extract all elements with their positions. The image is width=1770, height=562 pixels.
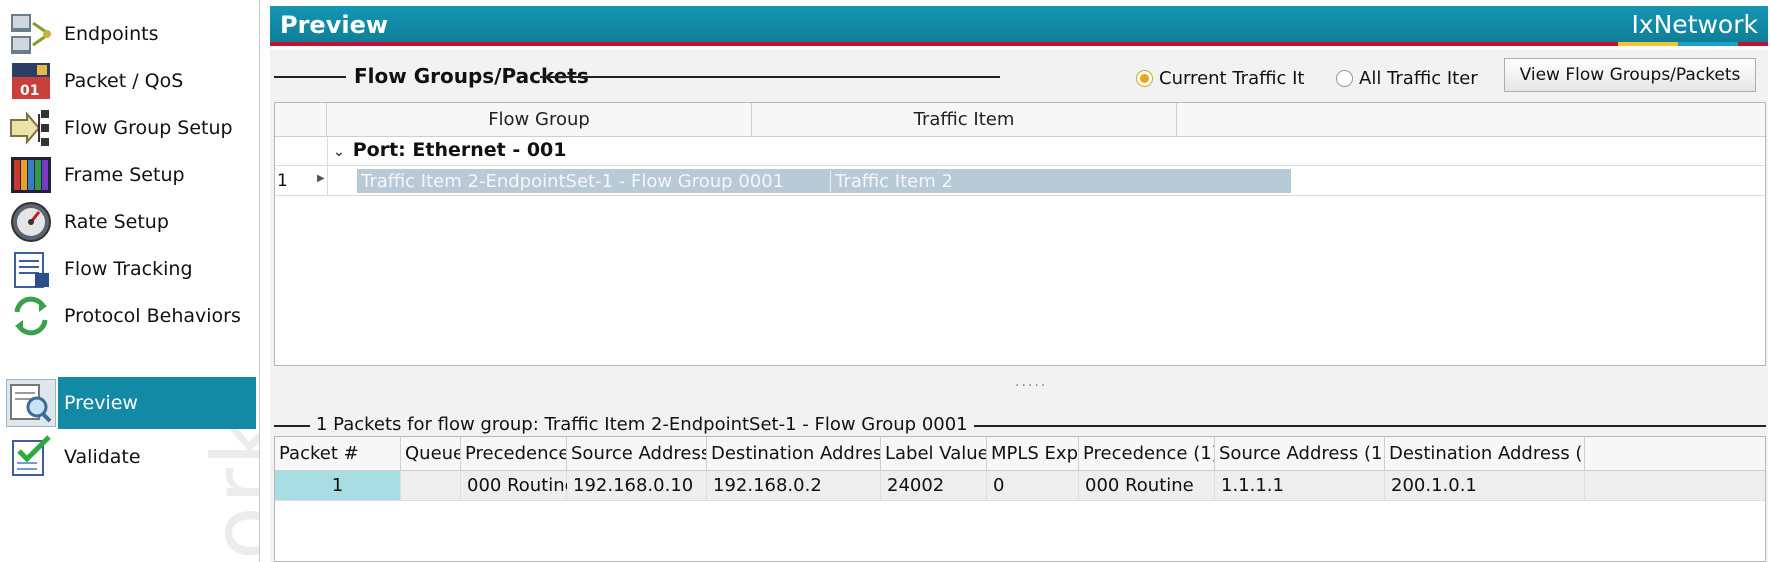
label-value-cell[interactable]: 24002: [881, 471, 987, 501]
row-pointer-icon: ▶: [317, 173, 325, 184]
column-header-filler: [1585, 437, 1765, 471]
column-header-packet-num[interactable]: Packet #: [275, 437, 401, 471]
packet-qos-icon: 01: [6, 57, 56, 105]
sidebar-item-packet-qos[interactable]: 01 Packet / QoS: [0, 55, 258, 107]
endpoints-icon: [6, 10, 56, 58]
rownum-separator: [327, 137, 328, 195]
radio-label: All Traffic Iter: [1359, 68, 1478, 89]
grid-header-rownum: [275, 103, 327, 137]
preview-magnifier-icon: [6, 379, 56, 427]
column-header-mpls-exp[interactable]: MPLS Exp: [987, 437, 1079, 471]
column-header-source-address-1[interactable]: Source Address (1): [1215, 437, 1385, 471]
precedence-cell[interactable]: 000 Routine: [461, 471, 576, 501]
frame-setup-icon: [6, 151, 56, 199]
row-number: 1: [277, 171, 288, 191]
protocol-arrows-icon: [6, 292, 56, 340]
sidebar-item-preview[interactable]: Preview: [0, 377, 258, 429]
radio-label: Current Traffic It: [1159, 68, 1305, 89]
brand-accent-yellow: [1618, 42, 1678, 46]
flow-group-cell: Traffic Item 2-EndpointSet-1 - Flow Grou…: [357, 170, 831, 192]
column-header-flow-group[interactable]: Flow Group: [327, 103, 752, 137]
section-divider: [540, 76, 1000, 78]
radio-current-traffic-item[interactable]: Current Traffic It: [1136, 68, 1305, 89]
destination-address-1-cell[interactable]: 200.1.0.1: [1385, 471, 1585, 501]
splitter-handle[interactable]: .....: [1015, 374, 1047, 390]
sidebar-item-validate[interactable]: Validate: [0, 431, 258, 483]
radio-unselected-indicator: [1336, 70, 1353, 87]
traffic-item-cell: Traffic Item 2: [835, 170, 953, 192]
svg-text:01: 01: [20, 83, 39, 99]
mpls-exp-cell[interactable]: 0: [987, 471, 1079, 501]
column-header-traffic-item[interactable]: Traffic Item: [752, 103, 1177, 137]
chevron-down-icon[interactable]: ⌄: [333, 144, 345, 160]
sidebar-item-label: Packet / QoS: [64, 70, 184, 92]
page-title: Preview: [280, 11, 389, 39]
panel-header: Preview IxNetwork: [270, 6, 1768, 46]
sidebar: ork Endpoints 01 Packet / QoS Flow Group…: [0, 0, 260, 562]
sidebar-item-flow-group-setup[interactable]: Flow Group Setup: [0, 102, 258, 154]
sidebar-item-rate-setup[interactable]: Rate Setup: [0, 196, 258, 248]
source-address-1-cell[interactable]: 1.1.1.1: [1215, 471, 1385, 501]
row-filler: [1585, 471, 1765, 501]
view-flow-groups-button[interactable]: View Flow Groups/Packets: [1504, 58, 1756, 92]
sidebar-item-label: Protocol Behaviors: [64, 305, 241, 327]
brand-logo: IxNetwork: [1631, 10, 1758, 39]
preview-content: Flow Groups/Packets Current Traffic It A…: [270, 50, 1768, 562]
rate-gauge-icon: [6, 198, 56, 246]
table-row[interactable]: Traffic Item 2-EndpointSet-1 - Flow Grou…: [357, 169, 1291, 193]
radio-selected-indicator: [1136, 70, 1153, 87]
sidebar-item-label: Flow Group Setup: [64, 117, 233, 139]
row-separator: [275, 195, 1765, 196]
column-header-destination-address-1[interactable]: Destination Address (1): [1385, 437, 1585, 471]
column-header-queue[interactable]: Queue: [401, 437, 461, 471]
flow-group-setup-icon: [6, 104, 56, 152]
sidebar-item-endpoints[interactable]: Endpoints: [0, 8, 258, 60]
column-header-precedence-1[interactable]: Precedence (1): [1079, 437, 1215, 471]
sidebar-item-label: Validate: [64, 446, 141, 468]
column-header-label-value[interactable]: Label Value: [881, 437, 987, 471]
section-divider: [274, 76, 346, 78]
port-group-label: Port: Ethernet - 001: [352, 139, 567, 161]
sidebar-item-label: Endpoints: [64, 23, 159, 45]
sidebar-item-protocol-behaviors[interactable]: Protocol Behaviors: [0, 290, 258, 342]
sidebar-item-label: Rate Setup: [64, 211, 169, 233]
queue-cell[interactable]: [401, 471, 461, 501]
destination-address-cell[interactable]: 192.168.0.2: [707, 471, 881, 501]
validate-checkmark-icon: [6, 433, 56, 481]
sidebar-item-label: Preview: [64, 392, 138, 414]
row-separator: [275, 165, 1765, 166]
flow-tracking-icon: [6, 245, 56, 293]
packets-table: Packet # Queue Precedence Source Address…: [274, 436, 1766, 562]
sidebar-item-frame-setup[interactable]: Frame Setup: [0, 149, 258, 201]
sidebar-item-flow-tracking[interactable]: Flow Tracking: [0, 243, 258, 295]
port-group-row[interactable]: ⌄ Port: Ethernet - 001: [333, 139, 567, 161]
grid-header-filler: [1177, 103, 1765, 137]
column-header-precedence[interactable]: Precedence: [461, 437, 567, 471]
column-header-destination-address[interactable]: Destination Address: [707, 437, 881, 471]
source-address-cell[interactable]: 192.168.0.10: [567, 471, 707, 501]
flow-groups-grid: Flow Group Traffic Item ⌄ Port: Ethernet …: [274, 102, 1766, 366]
sidebar-item-label: Frame Setup: [64, 164, 185, 186]
column-header-source-address[interactable]: Source Address: [567, 437, 707, 471]
packet-num-cell[interactable]: 1: [275, 471, 401, 501]
brand-accent-blue: [1678, 42, 1738, 46]
packets-section-title: 1 Packets for flow group: Traffic Item 2…: [310, 414, 974, 435]
precedence-1-cell[interactable]: 000 Routine: [1079, 471, 1215, 501]
radio-all-traffic-items[interactable]: All Traffic Iter: [1336, 68, 1478, 89]
sidebar-item-label: Flow Tracking: [64, 258, 193, 280]
main-panel: Preview IxNetwork Flow Groups/Packets Cu…: [270, 6, 1768, 562]
